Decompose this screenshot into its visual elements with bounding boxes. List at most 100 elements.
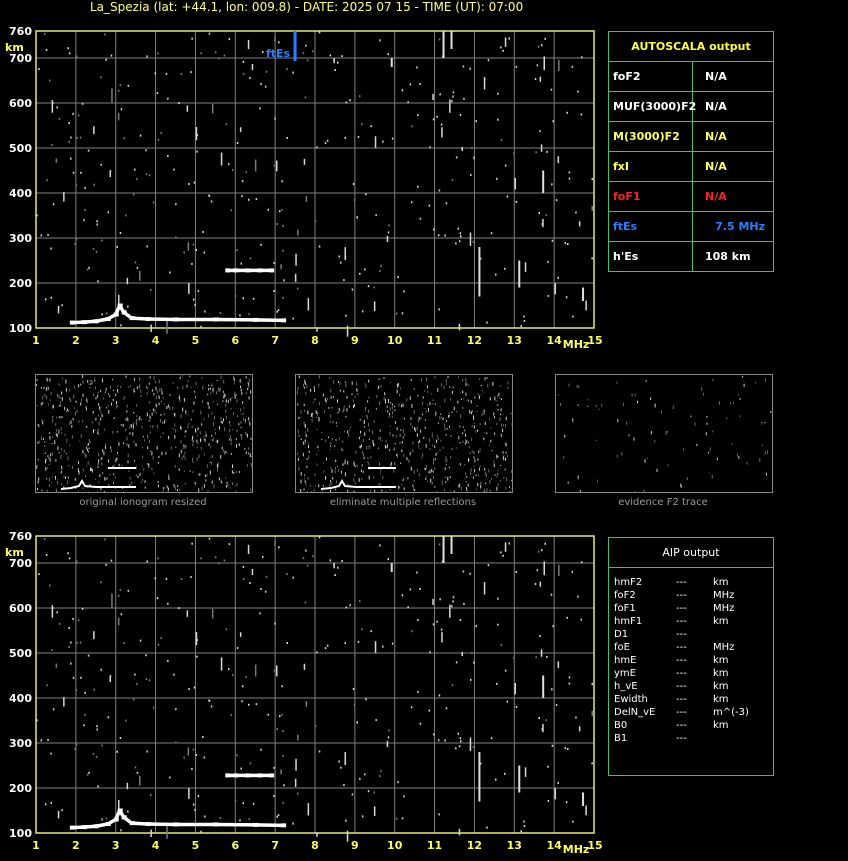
thumb-speck	[187, 380, 189, 382]
noise-speck	[295, 253, 297, 266]
thumb-speck	[160, 414, 162, 416]
y-tick-label: 100	[9, 827, 32, 840]
noise-speck	[523, 315, 525, 318]
thumb-speck	[229, 487, 231, 489]
thumb-speck	[739, 398, 741, 400]
thumb-speck	[58, 451, 60, 454]
noise-speck	[282, 225, 284, 227]
thumb-speck	[432, 403, 434, 405]
noise-speck	[116, 750, 118, 753]
thumb-speck	[481, 412, 483, 417]
noise-speck	[486, 321, 488, 324]
noise-speck	[96, 220, 98, 223]
thumb-speck	[167, 404, 169, 408]
noise-speck	[120, 829, 122, 832]
thumb-speck	[98, 459, 100, 463]
thumb-speck	[479, 448, 481, 452]
aip-val: ---	[676, 629, 687, 640]
noise-speck	[157, 643, 160, 646]
noise-speck	[120, 108, 123, 111]
noise-speck	[585, 805, 587, 816]
y-tick-label: 760	[9, 530, 32, 543]
noise-speck	[539, 635, 541, 638]
thumb-speck	[69, 388, 71, 392]
autoscala-row: h'Es 108 km	[609, 242, 773, 271]
thumb-speck	[743, 383, 745, 388]
thumb-speck	[240, 385, 241, 389]
thumb-speck	[654, 440, 656, 443]
x-tick-label: 5	[192, 839, 200, 852]
thumb-speck	[313, 401, 314, 404]
thumb-speck	[151, 412, 153, 416]
noise-speck	[297, 229, 299, 236]
noise-speck	[349, 604, 351, 607]
thumb-speck	[100, 457, 102, 461]
noise-speck	[281, 685, 283, 688]
noise-speck	[460, 235, 462, 238]
noise-speck	[567, 748, 569, 750]
thumb-speck	[634, 393, 636, 397]
noise-speck	[230, 209, 233, 212]
thumb-speck	[139, 416, 141, 419]
thumb-speck	[489, 489, 491, 492]
thumb-speck	[122, 423, 124, 427]
noise-speck	[306, 564, 309, 567]
noise-speck	[165, 577, 168, 580]
y-tick-label: 600	[9, 97, 32, 110]
thumb-speck	[309, 485, 311, 487]
thumb-speck	[373, 442, 375, 447]
thumb-speck	[396, 453, 398, 456]
thumb-speck	[434, 467, 436, 470]
noise-speck	[591, 205, 593, 211]
x-tick-label: 2	[72, 334, 80, 347]
thumb-speck	[197, 442, 199, 445]
thumb-speck	[477, 429, 478, 432]
noise-speck	[123, 137, 125, 140]
noise-speck	[195, 249, 197, 251]
thumb-speck	[155, 403, 157, 406]
thumb-speck	[175, 428, 177, 433]
noise-speck	[196, 150, 198, 153]
noise-speck	[252, 802, 255, 805]
thumb-speck	[149, 376, 151, 379]
y-tick-label: 200	[9, 782, 32, 795]
noise-speck	[438, 694, 441, 697]
noise-speck	[61, 304, 63, 307]
noise-speck	[154, 72, 157, 75]
noise-speck	[68, 627, 70, 629]
thumb-speck	[646, 457, 648, 460]
thumb-speck	[394, 462, 396, 465]
thumb-speck	[200, 410, 202, 415]
noise-speck	[436, 620, 438, 623]
thumb-speck	[196, 434, 198, 437]
noise-speck	[134, 673, 136, 676]
thumb-speck	[404, 433, 406, 437]
thumb-speck	[46, 377, 48, 381]
thumb-speck	[314, 485, 316, 487]
thumb-speck	[496, 422, 498, 425]
thumb-speck	[240, 421, 242, 424]
thumb-speck	[82, 419, 84, 423]
noise-speck	[146, 55, 148, 58]
noise-speck	[200, 557, 202, 560]
noise-speck	[175, 741, 177, 744]
thumb-speck	[706, 415, 708, 418]
thumb-speck	[473, 416, 475, 421]
thumb-speck	[181, 456, 183, 460]
thumb-speck	[445, 456, 447, 461]
thumb-speck	[337, 412, 339, 414]
thumb-speck	[251, 464, 252, 468]
thumb-speck	[370, 446, 372, 448]
thumb-speck	[557, 394, 559, 396]
thumb-speck	[85, 475, 87, 478]
thumb-speck	[709, 447, 711, 452]
noise-speck	[157, 52, 159, 55]
thumb-speck	[339, 389, 341, 392]
thumb-speck	[197, 447, 198, 449]
noise-speck	[486, 826, 488, 829]
thumb-speck	[420, 417, 422, 420]
noise-speck	[127, 305, 129, 308]
thumb-speck	[429, 448, 431, 451]
thumb-speck	[742, 375, 744, 378]
noise-speck	[219, 312, 222, 314]
